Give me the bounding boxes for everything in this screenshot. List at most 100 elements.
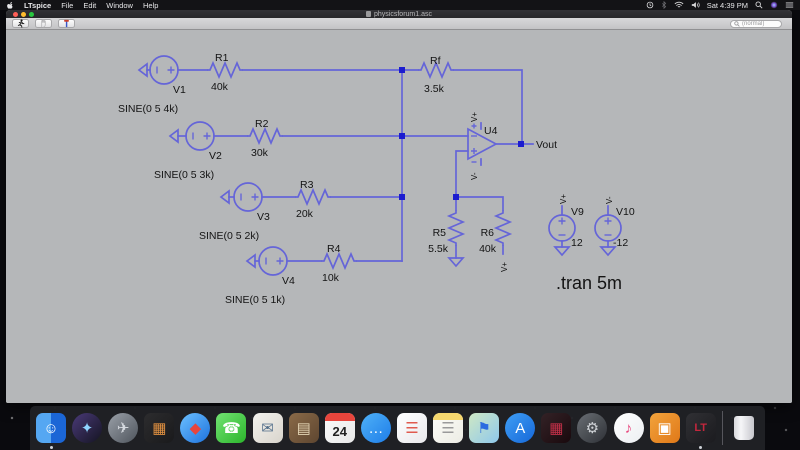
dock-books-icon[interactable]: ▣ xyxy=(650,413,680,443)
trash-can xyxy=(734,416,754,440)
apple-menu-icon[interactable] xyxy=(6,1,14,9)
mail-glyph: ✉ xyxy=(261,421,274,436)
source-v2[interactable]: V2 SINE(0 5 3k) xyxy=(154,122,222,181)
ltspice-window: physicsforum1.asc (normal) xyxy=(6,10,792,403)
maps-glyph: ⚑ xyxy=(477,421,490,436)
label-v2: V2 xyxy=(209,150,222,162)
value-v9: 12 xyxy=(571,237,583,249)
label-r4: R4 xyxy=(327,243,341,255)
value-rf: 3.5k xyxy=(424,83,445,95)
label-rf: Rf xyxy=(430,55,441,67)
source-v3[interactable]: V3 SINE(0 5 2k) xyxy=(199,183,270,242)
menu-edit[interactable]: Edit xyxy=(83,1,96,10)
schematic[interactable]: V1 SINE(0 5 4k) R1 40k V2 SINE(0 5 3k) xyxy=(6,30,792,403)
dock-launchpad-icon[interactable]: ✈ xyxy=(108,413,138,443)
dock-maps-icon[interactable]: ⚑ xyxy=(469,413,499,443)
volume-icon[interactable] xyxy=(691,1,700,9)
ground-v3[interactable] xyxy=(221,191,234,203)
label-vout[interactable]: Vout xyxy=(536,139,557,151)
resistor-r5[interactable]: R5 5.5k xyxy=(428,210,463,255)
sine-v2: SINE(0 5 3k) xyxy=(154,169,214,181)
halt-button[interactable] xyxy=(35,19,52,28)
notification-center-icon[interactable] xyxy=(785,1,794,9)
rail-label-v10: V- xyxy=(605,196,614,204)
reminders-glyph: ☰ xyxy=(405,421,418,436)
dock: ☺✦✈▦◆☎✉▤24…☰☰⚑A▦⚙♪▣LT xyxy=(30,406,765,450)
resistor-r6[interactable]: R6 40k xyxy=(479,210,510,255)
label-r2: R2 xyxy=(255,118,269,130)
dock-photo-booth-icon[interactable]: ▦ xyxy=(541,413,571,443)
dock-siri-icon[interactable]: ✦ xyxy=(72,413,102,443)
label-v10: V10 xyxy=(616,206,635,218)
wifi-icon[interactable] xyxy=(674,1,684,9)
dock-contacts-icon[interactable]: ▤ xyxy=(289,413,319,443)
apple-logo-icon xyxy=(6,1,14,9)
menu-window[interactable]: Window xyxy=(106,1,133,10)
spotlight-icon[interactable] xyxy=(755,1,763,9)
time-machine-icon[interactable] xyxy=(646,1,654,9)
resistor-r2[interactable]: R2 30k xyxy=(247,118,283,159)
ground-v4[interactable] xyxy=(247,255,259,267)
menu-app-name[interactable]: LTspice xyxy=(24,1,51,10)
dock-system-preferences-icon[interactable]: ⚙ xyxy=(577,413,607,443)
resistor-r4[interactable]: R4 10k xyxy=(321,243,357,284)
junction xyxy=(399,67,405,73)
dock-divider xyxy=(722,411,723,445)
dock-mail-icon[interactable]: ✉ xyxy=(253,413,283,443)
dock-messages-icon[interactable]: … xyxy=(361,413,391,443)
itunes-glyph: ♪ xyxy=(625,421,633,436)
value-r6: 40k xyxy=(479,243,497,255)
siri-menu-icon[interactable] xyxy=(770,1,778,9)
search-placeholder: (normal) xyxy=(742,21,764,27)
dock-ltspice-icon[interactable]: LT xyxy=(686,413,716,443)
dock-calendar-icon[interactable]: 24 xyxy=(325,413,355,443)
source-v1[interactable]: V1 SINE(0 5 4k) xyxy=(118,56,186,115)
sine-v4: SINE(0 5 1k) xyxy=(225,294,285,306)
run-button[interactable] xyxy=(12,19,29,28)
value-r4: 10k xyxy=(322,272,340,284)
dock-mission-control-icon[interactable]: ▦ xyxy=(144,413,174,443)
ltspice-glyph: LT xyxy=(694,423,707,434)
dock-trash-icon[interactable] xyxy=(729,413,759,443)
ground-v2[interactable] xyxy=(170,130,186,142)
menu-clock[interactable]: Sat 4:39 PM xyxy=(707,1,748,10)
ground-v1[interactable] xyxy=(139,64,150,76)
window-title-bar[interactable]: physicsforum1.asc xyxy=(6,10,792,18)
notes-glyph: ☰ xyxy=(441,421,454,436)
books-glyph: ▣ xyxy=(658,421,672,436)
running-indicator xyxy=(699,446,702,449)
contacts-glyph: ▤ xyxy=(297,421,311,436)
source-v9[interactable]: V+ V9 12 xyxy=(549,194,584,255)
source-v4[interactable]: V4 SINE(0 5 1k) xyxy=(225,247,295,306)
dock-finder-icon[interactable]: ☺ xyxy=(36,413,66,443)
dock-notes-icon[interactable]: ☰ xyxy=(433,413,463,443)
search-input[interactable]: (normal) xyxy=(730,20,782,29)
dock-reminders-icon[interactable]: ☰ xyxy=(397,413,427,443)
messages-glyph: … xyxy=(368,421,383,436)
window-title: physicsforum1.asc xyxy=(374,11,432,18)
schematic-canvas[interactable]: V1 SINE(0 5 4k) R1 40k V2 SINE(0 5 3k) xyxy=(6,30,792,403)
menu-file[interactable]: File xyxy=(61,1,73,10)
wire[interactable] xyxy=(456,197,503,210)
dock-safari-icon[interactable]: ◆ xyxy=(180,413,210,443)
resistor-r1[interactable]: R1 40k xyxy=(207,52,243,93)
opamp-u4[interactable]: V+ V- U4 xyxy=(468,112,498,180)
spice-directive[interactable]: .tran 5m xyxy=(556,273,622,293)
resistor-rf[interactable]: Rf 3.5k xyxy=(418,55,454,95)
label-v3: V3 xyxy=(257,211,270,223)
ground-r5[interactable] xyxy=(449,258,463,266)
document-icon xyxy=(366,11,371,17)
dock-app-store-icon[interactable]: A xyxy=(505,413,535,443)
source-v10[interactable]: V- V10 -12 xyxy=(595,196,635,255)
dock-itunes-icon[interactable]: ♪ xyxy=(614,413,644,443)
rail-label-opamp-vplus: V+ xyxy=(470,112,479,122)
bluetooth-icon[interactable] xyxy=(661,1,667,9)
notes-band xyxy=(433,413,463,420)
tools-button[interactable] xyxy=(58,19,75,28)
noninv-wire[interactable] xyxy=(456,151,468,197)
dock-facetime-icon[interactable]: ☎ xyxy=(216,413,246,443)
menu-bar: LTspice File Edit Window Help Sat 4:39 P… xyxy=(0,0,800,10)
resistor-r3[interactable]: R3 20k xyxy=(295,179,331,220)
running-indicator xyxy=(50,446,53,449)
menu-help[interactable]: Help xyxy=(143,1,158,10)
